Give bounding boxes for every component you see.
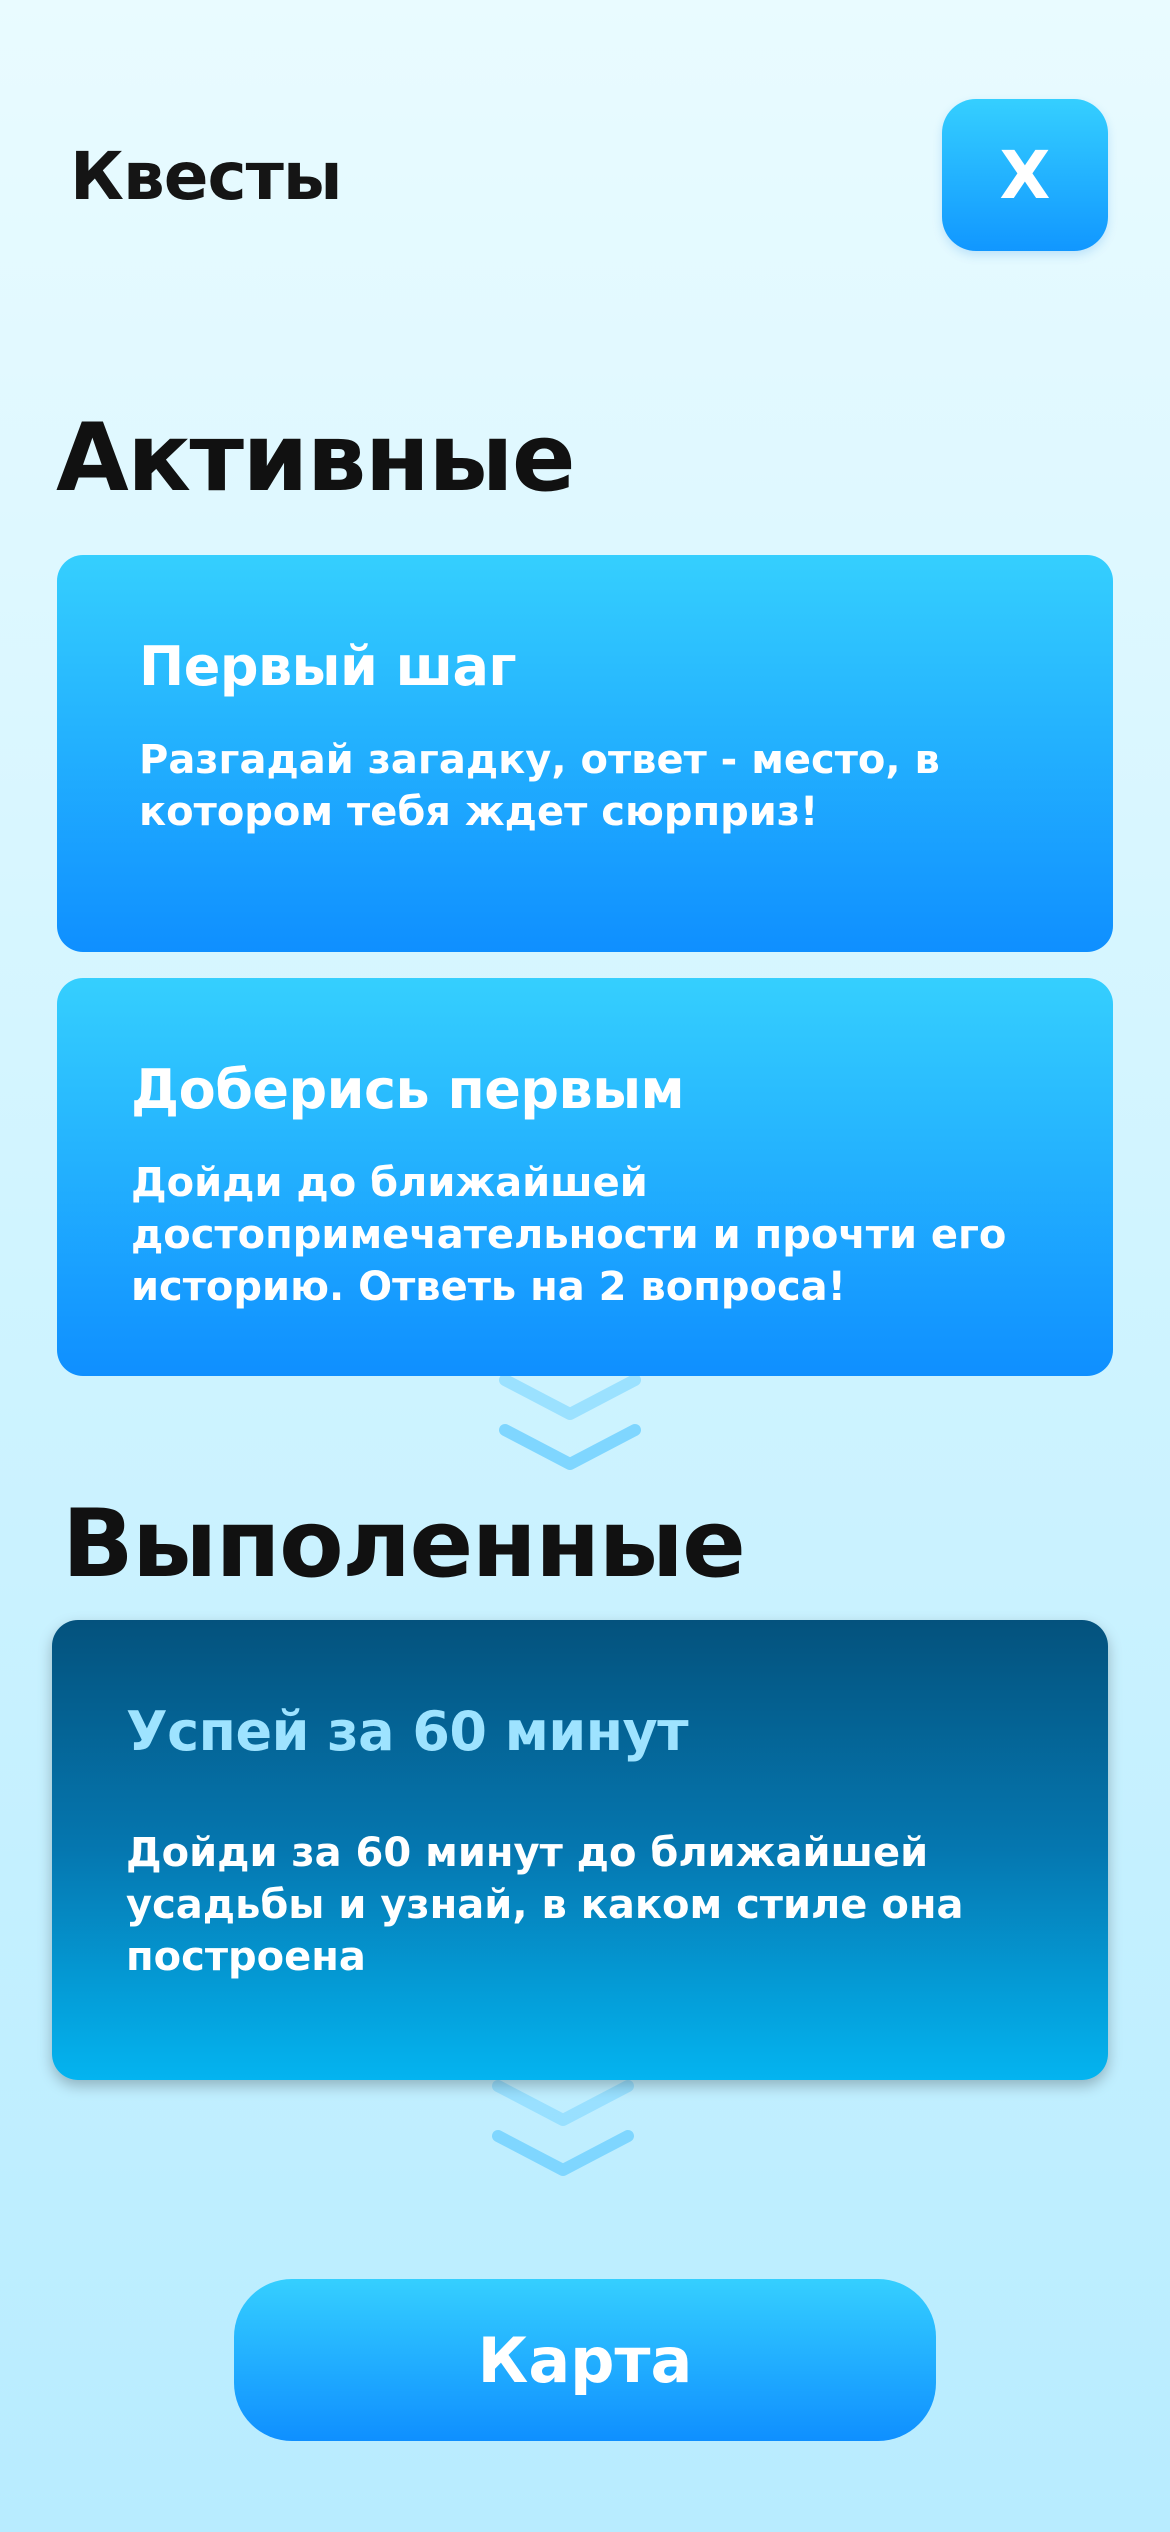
quest-card-description-line: Дойди до ближайшей xyxy=(131,1160,648,1206)
section-title-active: Активные xyxy=(56,404,576,513)
quest-card-description-line: достопримечательности и прочти его xyxy=(131,1212,1007,1258)
quest-card-description-line: котором тебя ждет сюрприз! xyxy=(139,789,819,835)
close-button[interactable]: X xyxy=(942,99,1108,251)
quest-card-description-line: построена xyxy=(126,1934,366,1980)
page-title: Квесты xyxy=(70,138,343,215)
quest-card-description-line: Разгадай загадку, ответ - место, в xyxy=(139,737,940,783)
quest-card-description-line: историю. Ответь на 2 вопроса! xyxy=(131,1264,846,1310)
quest-card-title: Первый шаг xyxy=(139,635,517,698)
quest-card-description: Дойди до ближайшей достопримечательности… xyxy=(131,1157,1113,1313)
quest-card-title: Успей за 60 минут xyxy=(126,1700,689,1763)
quest-card-60-minutes[interactable]: Успей за 60 минут Дойди за 60 минут до б… xyxy=(52,1620,1108,2080)
quest-card-title: Доберись первым xyxy=(131,1058,685,1121)
quest-card-description: Дойди за 60 минут до ближайшей усадьбы и… xyxy=(126,1827,1108,1983)
quest-card-description: Разгадай загадку, ответ - место, в котор… xyxy=(139,734,1113,838)
double-chevron-down-icon xyxy=(499,1374,641,1470)
double-chevron-down-icon xyxy=(492,2080,634,2176)
quest-card-description-line: Дойди за 60 минут до ближайшей xyxy=(126,1830,929,1876)
quest-card-get-there-first[interactable]: Доберись первым Дойди до ближайшей досто… xyxy=(57,978,1113,1376)
quest-card-description-line: усадьбы и узнай, в каком стиле она xyxy=(126,1882,964,1928)
section-title-completed: Выполенные xyxy=(62,1490,746,1599)
quest-card-first-step[interactable]: Первый шаг Разгадай загадку, ответ - мес… xyxy=(57,555,1113,952)
map-button[interactable]: Карта xyxy=(234,2279,936,2441)
